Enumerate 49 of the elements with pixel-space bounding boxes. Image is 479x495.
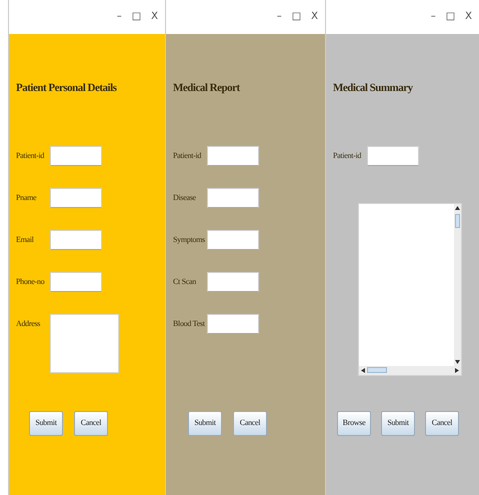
form-heading: Patient Personal Details [16, 81, 118, 96]
form-heading: Medical Report [173, 81, 242, 96]
address-field[interactable] [50, 314, 119, 372]
form-button[interactable]: Submit [381, 410, 415, 436]
maximize-button[interactable]: □ [290, 12, 302, 22]
maximize-button[interactable]: □ [130, 12, 142, 22]
form-heading: Medical Summary [333, 81, 414, 96]
minimize-button[interactable]: – [116, 12, 123, 22]
form-button[interactable]: Cancel [233, 410, 267, 436]
field-label: Pname [16, 192, 38, 204]
input-field[interactable] [50, 230, 102, 250]
right-arrow-icon[interactable] [455, 368, 459, 372]
up-arrow-icon[interactable] [455, 206, 460, 210]
input-field[interactable] [50, 146, 102, 166]
input-field[interactable] [207, 146, 259, 166]
field-label: Patient-id [16, 150, 46, 162]
down-arrow-icon[interactable] [455, 360, 460, 364]
left-arrow-icon[interactable] [361, 368, 365, 372]
minimize-button[interactable]: – [430, 12, 437, 22]
input-field[interactable] [207, 230, 259, 250]
close-button[interactable]: X [464, 12, 473, 22]
field-label: Disease [173, 192, 197, 204]
form-button[interactable]: Submit [29, 410, 63, 436]
scroll-thumb[interactable] [455, 214, 460, 228]
form-button[interactable]: Cancel [425, 410, 459, 436]
maximize-button[interactable]: □ [444, 12, 456, 22]
field-label: Symptoms [173, 234, 206, 246]
field-label: Blood Test [173, 318, 206, 330]
field-label: Email [16, 234, 35, 246]
input-field[interactable] [207, 314, 259, 334]
field-label: Address [16, 318, 42, 330]
horizontal-scrollbar[interactable] [359, 366, 461, 374]
form-button[interactable]: Cancel [74, 410, 108, 436]
close-button[interactable]: X [310, 12, 319, 22]
field-label: Patient-id [333, 150, 362, 162]
field-label: Phone-no [16, 276, 46, 288]
field-label: Ct Scan [173, 276, 198, 288]
input-field[interactable] [207, 188, 259, 208]
input-field[interactable] [50, 272, 102, 292]
vertical-scrollbar[interactable] [454, 204, 461, 366]
minimize-button[interactable]: – [276, 12, 283, 22]
input-field[interactable] [367, 146, 419, 166]
form-button[interactable]: Browse [337, 410, 371, 436]
input-field[interactable] [207, 272, 259, 292]
form-button[interactable]: Submit [188, 410, 222, 436]
input-field[interactable] [50, 188, 102, 208]
close-button[interactable]: X [150, 12, 159, 22]
scroll-thumb[interactable] [367, 367, 387, 373]
field-label: Patient-id [173, 150, 202, 162]
